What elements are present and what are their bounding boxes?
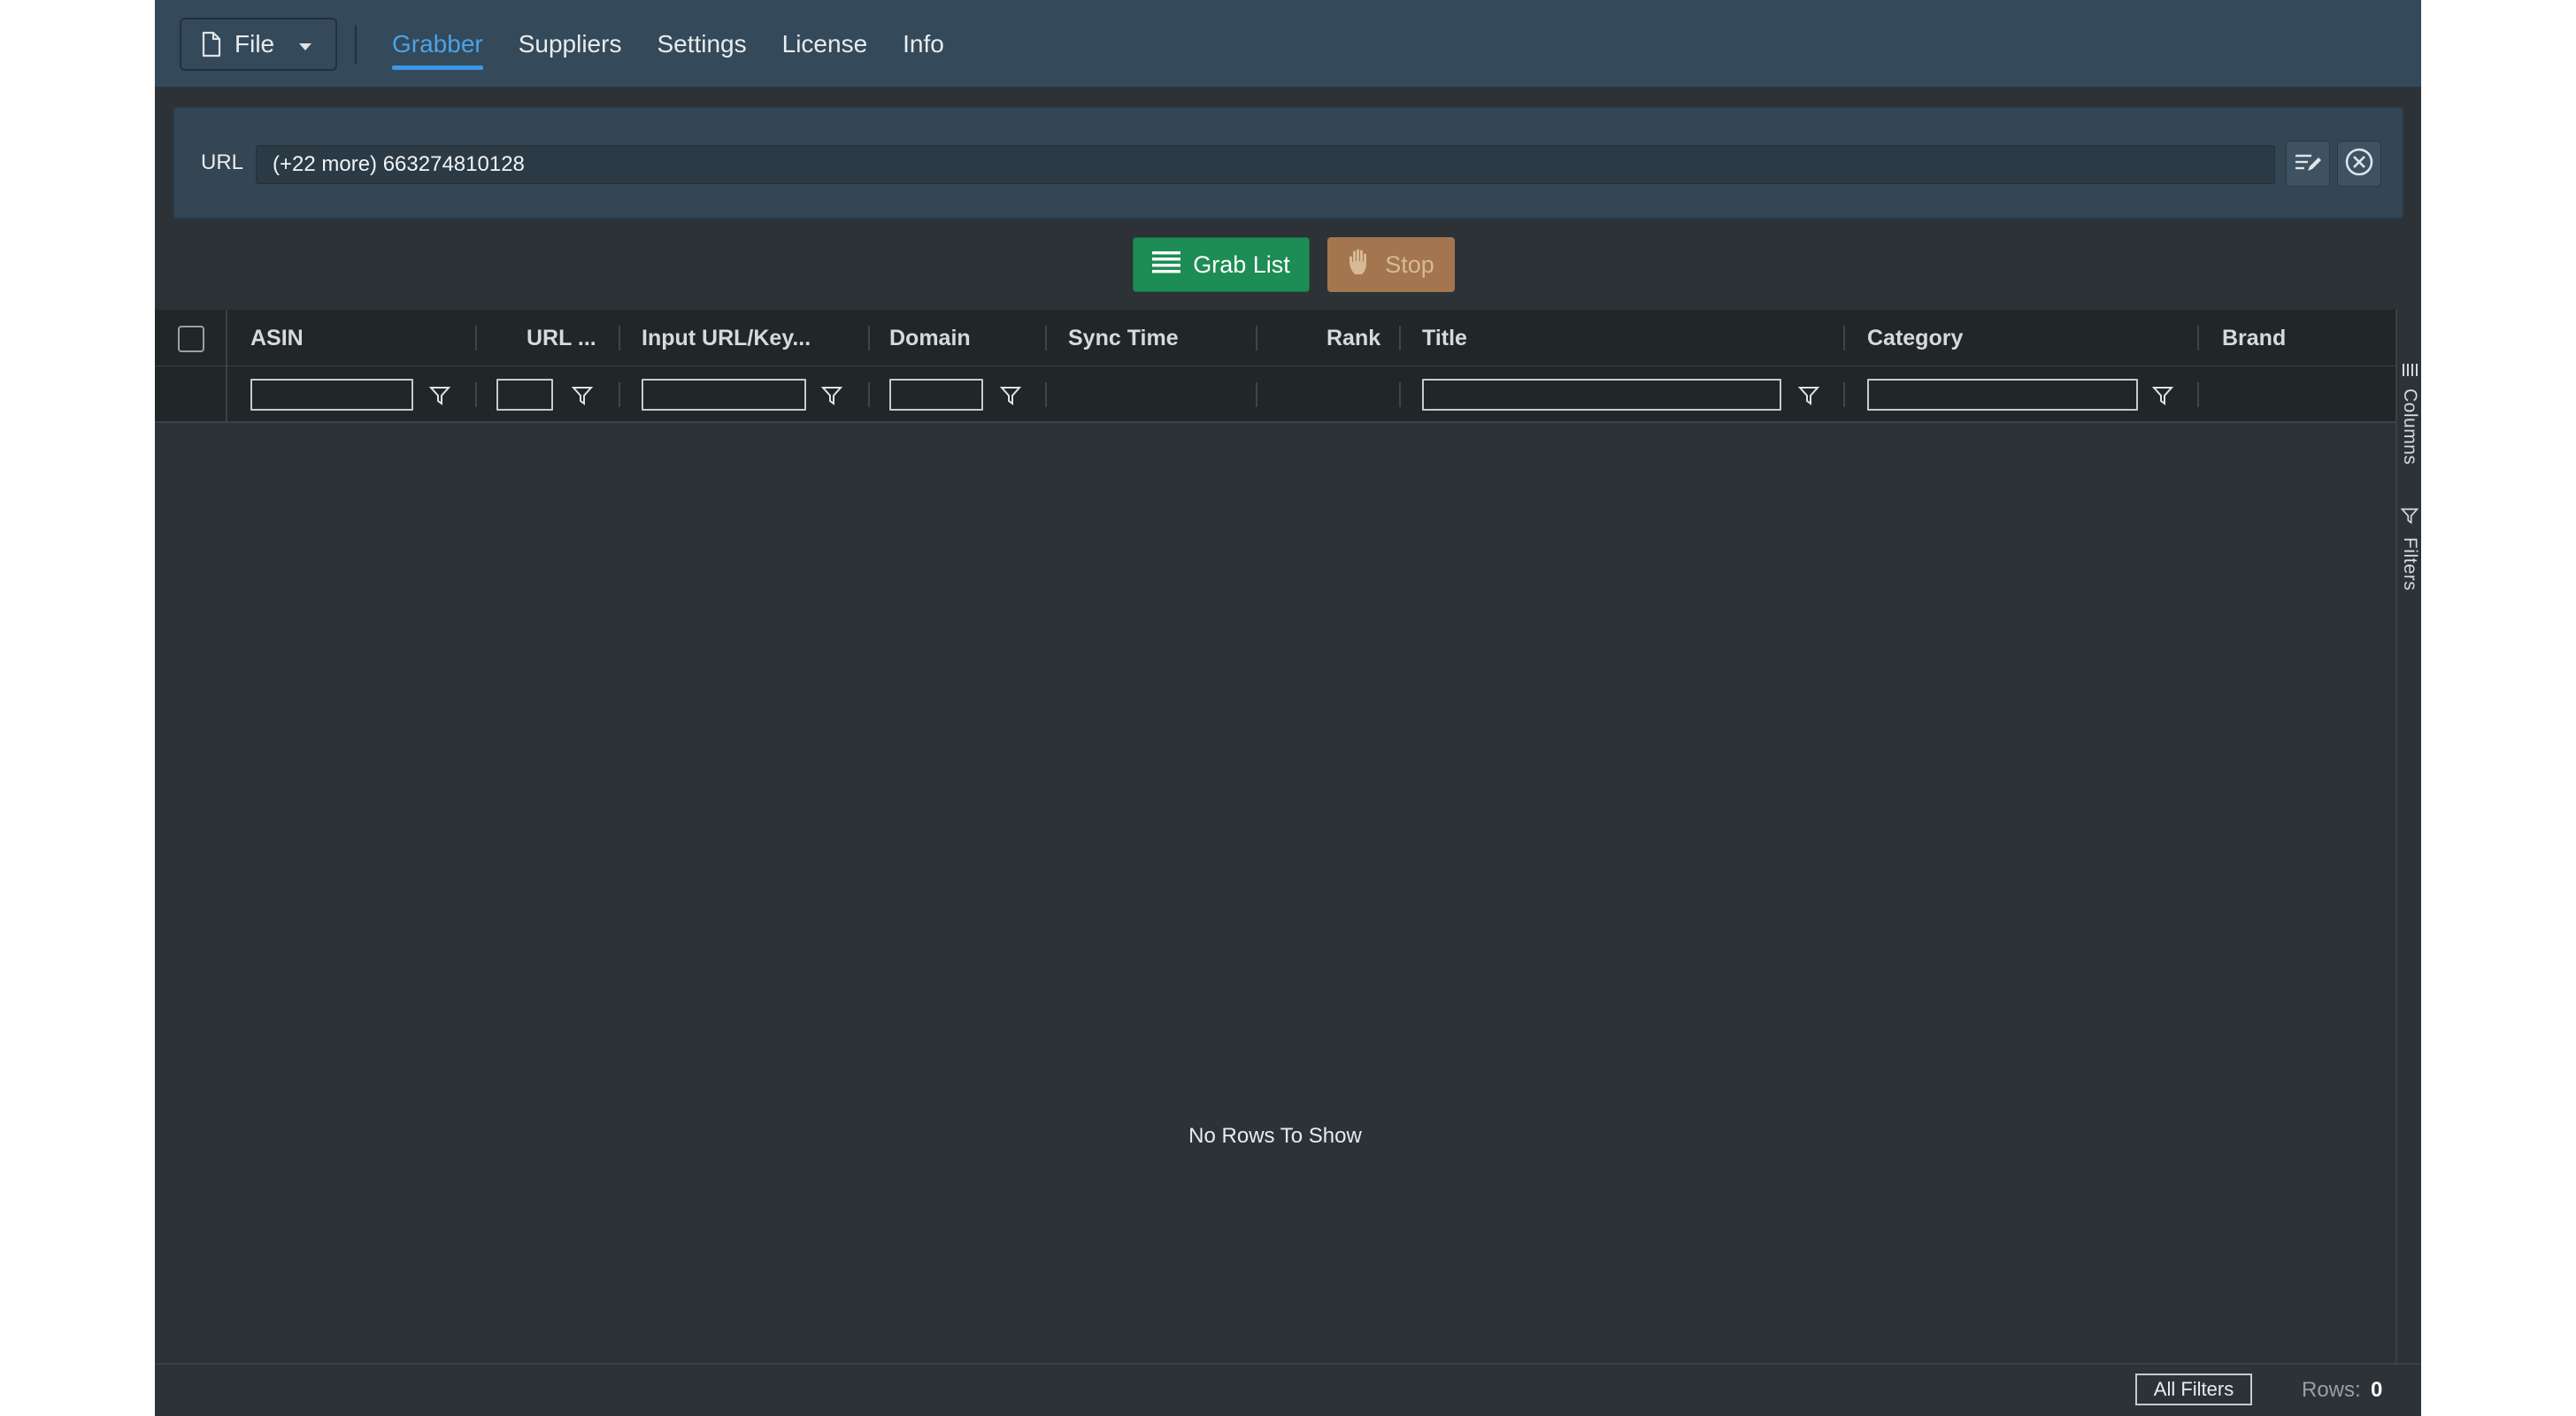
tab-label: Suppliers bbox=[518, 30, 622, 58]
column-divider bbox=[1256, 382, 1257, 407]
empty-grid-message: No Rows To Show bbox=[1188, 1124, 1362, 1148]
tab-label: Info bbox=[903, 30, 944, 58]
select-column-divider bbox=[226, 310, 227, 423]
filter-icon bbox=[2400, 506, 2419, 530]
column-divider bbox=[475, 382, 477, 407]
column-divider bbox=[1843, 382, 1845, 407]
column-header-sync-time[interactable]: Sync Time bbox=[1068, 310, 1179, 366]
file-menu-label: File bbox=[235, 30, 275, 58]
url-filter-input[interactable] bbox=[496, 379, 553, 411]
column-header-domain[interactable]: Domain bbox=[889, 310, 971, 366]
tab-label: Settings bbox=[657, 30, 747, 58]
column-divider[interactable] bbox=[619, 326, 620, 350]
column-divider[interactable] bbox=[2197, 326, 2199, 350]
column-divider bbox=[619, 382, 620, 407]
title-filter-input[interactable] bbox=[1422, 379, 1781, 411]
filters-panel-toggle[interactable]: Filters bbox=[2397, 506, 2421, 591]
column-divider bbox=[1399, 382, 1401, 407]
column-divider[interactable] bbox=[1256, 326, 1257, 350]
document-icon bbox=[201, 31, 222, 58]
all-filters-button[interactable]: All Filters bbox=[2135, 1374, 2252, 1405]
filter-icon[interactable] bbox=[999, 384, 1022, 407]
url-label: URL bbox=[201, 150, 244, 174]
toolbar-divider bbox=[355, 25, 357, 64]
filter-icon[interactable] bbox=[571, 384, 594, 407]
column-divider[interactable] bbox=[1399, 326, 1401, 350]
columns-icon bbox=[2401, 363, 2418, 381]
tab-label: Grabber bbox=[392, 30, 483, 58]
column-header-title[interactable]: Title bbox=[1422, 310, 1467, 366]
column-header-brand[interactable]: Brand bbox=[2222, 310, 2286, 366]
columns-panel-toggle[interactable]: Columns bbox=[2397, 363, 2421, 465]
column-divider[interactable] bbox=[475, 326, 477, 350]
file-menu-button[interactable]: File bbox=[180, 18, 337, 71]
column-header-asin[interactable]: ASIN bbox=[250, 310, 304, 366]
column-header-rank[interactable]: Rank bbox=[1326, 310, 1380, 366]
stop-button[interactable]: Stop bbox=[1327, 237, 1455, 292]
clear-circle-icon bbox=[2344, 147, 2374, 181]
edit-list-icon bbox=[2294, 150, 2322, 179]
filter-icon[interactable] bbox=[428, 384, 451, 407]
grid-side-bar: Columns Filters bbox=[2395, 310, 2421, 1363]
hand-icon bbox=[1348, 248, 1374, 282]
grab-list-label: Grab List bbox=[1193, 250, 1290, 278]
select-all-checkbox[interactable] bbox=[178, 326, 204, 352]
column-divider bbox=[1045, 382, 1047, 407]
tab-license[interactable]: License bbox=[782, 0, 868, 88]
input-url-filter-input[interactable] bbox=[642, 379, 806, 411]
tab-info[interactable]: Info bbox=[903, 0, 944, 88]
grid-header-row bbox=[155, 310, 2395, 366]
column-header-input-url[interactable]: Input URL/Key... bbox=[642, 310, 811, 366]
column-header-category[interactable]: Category bbox=[1867, 310, 1963, 366]
column-divider[interactable] bbox=[1045, 326, 1047, 350]
column-divider[interactable] bbox=[1843, 326, 1845, 350]
rows-count-label: Rows: bbox=[2302, 1378, 2361, 1402]
tab-suppliers[interactable]: Suppliers bbox=[519, 0, 622, 88]
column-divider[interactable] bbox=[868, 326, 870, 350]
top-toolbar: File Grabber Suppliers Settings License … bbox=[155, 0, 2421, 88]
filters-panel-label: Filters bbox=[2400, 537, 2420, 591]
stop-label: Stop bbox=[1385, 250, 1434, 278]
main-tabs: Grabber Suppliers Settings License Info bbox=[392, 0, 944, 88]
tab-label: License bbox=[781, 30, 868, 58]
caret-down-icon bbox=[297, 30, 313, 58]
filter-icon[interactable] bbox=[1797, 384, 1820, 407]
column-divider bbox=[868, 382, 870, 407]
category-filter-input[interactable] bbox=[1867, 379, 2138, 411]
list-icon bbox=[1152, 250, 1181, 280]
filter-icon[interactable] bbox=[2151, 384, 2174, 407]
column-divider bbox=[2197, 382, 2199, 407]
tab-grabber[interactable]: Grabber bbox=[392, 0, 483, 88]
url-panel: URL bbox=[173, 106, 2404, 219]
filter-icon[interactable] bbox=[820, 384, 843, 407]
tab-settings[interactable]: Settings bbox=[657, 0, 746, 88]
grab-list-button[interactable]: Grab List bbox=[1133, 237, 1310, 292]
column-header-url[interactable]: URL ... bbox=[527, 310, 596, 366]
url-input[interactable] bbox=[256, 145, 2275, 184]
clear-url-button[interactable] bbox=[2337, 141, 2381, 187]
status-bar: All Filters Rows: 0 bbox=[155, 1363, 2421, 1416]
rows-count-value: 0 bbox=[2371, 1378, 2383, 1402]
columns-panel-label: Columns bbox=[2400, 389, 2420, 466]
asin-filter-input[interactable] bbox=[250, 379, 413, 411]
edit-list-button[interactable] bbox=[2286, 141, 2330, 187]
results-grid: ASIN URL ... Input URL/Key... Domain Syn… bbox=[155, 310, 2395, 1363]
app-window: File Grabber Suppliers Settings License … bbox=[155, 0, 2421, 1416]
domain-filter-input[interactable] bbox=[889, 379, 983, 411]
